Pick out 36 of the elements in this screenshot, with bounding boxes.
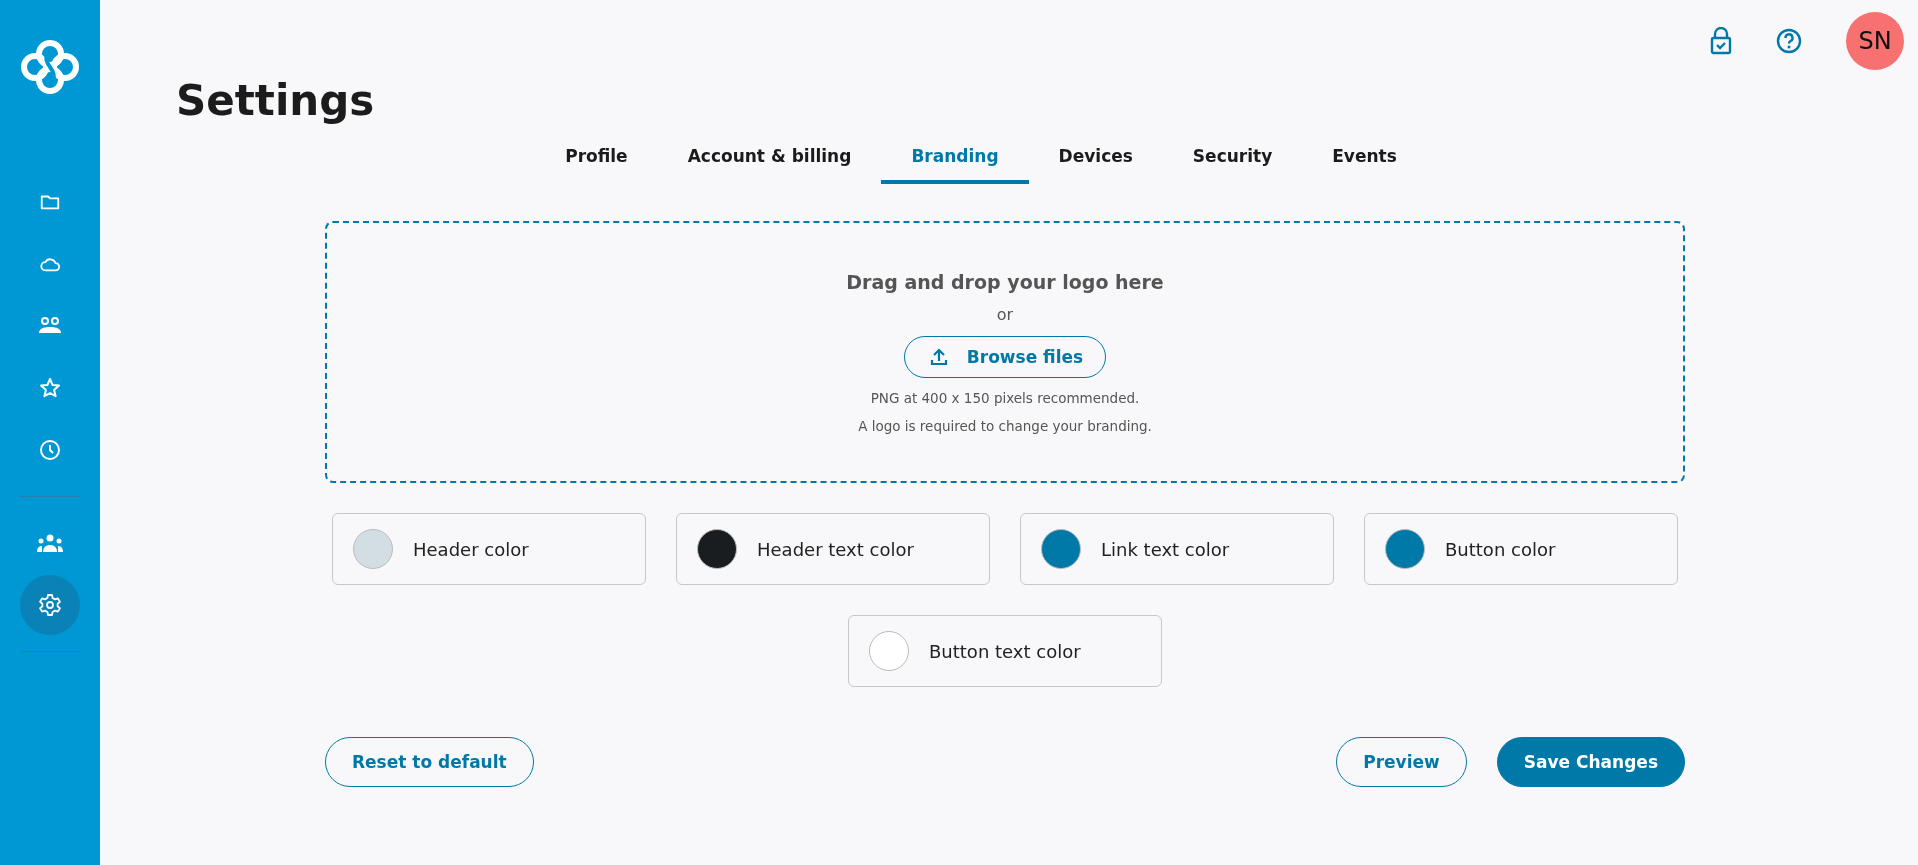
reset-button[interactable]: Reset to default [325, 737, 534, 787]
hint-text: PNG at 400 x 150 pixels recommended. [870, 389, 1140, 406]
tab[interactable]: Profile [535, 136, 658, 184]
color-label: Link text color [1101, 538, 1230, 560]
tab[interactable]: Devices [1028, 136, 1163, 184]
upload-icon [928, 346, 949, 367]
dropzone-heading: Drag and drop your logo here [846, 270, 1164, 293]
clock-icon [38, 438, 62, 462]
preview-button[interactable]: Preview [1336, 737, 1467, 787]
save-button[interactable]: Save Changes [1496, 737, 1685, 787]
color-picker[interactable]: Header text color [676, 513, 990, 585]
page-title: Settings [176, 80, 376, 122]
color-picker[interactable]: Button color [1364, 513, 1678, 585]
color-picker[interactable]: Link text color [1020, 513, 1334, 585]
logo-dropzone[interactable]: Drag and drop your logo here or Browse files PNG at 400 x 150 pixels recommended. A logo is required to change your branding. [325, 221, 1685, 483]
tab[interactable]: Security [1162, 136, 1303, 184]
color-picker[interactable]: Button text color [848, 615, 1162, 687]
tab[interactable]: Branding [881, 136, 1029, 184]
logo-icon [20, 40, 80, 94]
note-text: A logo is required to change your branding. [858, 417, 1152, 434]
user-avatar[interactable]: SN [1846, 12, 1904, 70]
tab[interactable]: Account & billing [657, 136, 882, 184]
or-text: or [996, 304, 1014, 324]
color-label: Button text color [929, 640, 1081, 662]
color-label: Button color [1445, 538, 1556, 560]
browse-files-button[interactable]: Browse files [903, 335, 1107, 378]
help-icon[interactable] [1776, 28, 1802, 54]
color-label: Header text color [757, 538, 914, 560]
team-icon [36, 533, 64, 553]
color-picker[interactable]: Header color [332, 513, 646, 585]
lock-check-icon[interactable] [1710, 27, 1732, 55]
settings-icon [38, 593, 62, 617]
sidebar-item[interactable] [20, 575, 80, 635]
color-label: Header color [413, 538, 529, 560]
tab[interactable]: Events [1302, 136, 1427, 184]
star-icon [38, 376, 62, 400]
